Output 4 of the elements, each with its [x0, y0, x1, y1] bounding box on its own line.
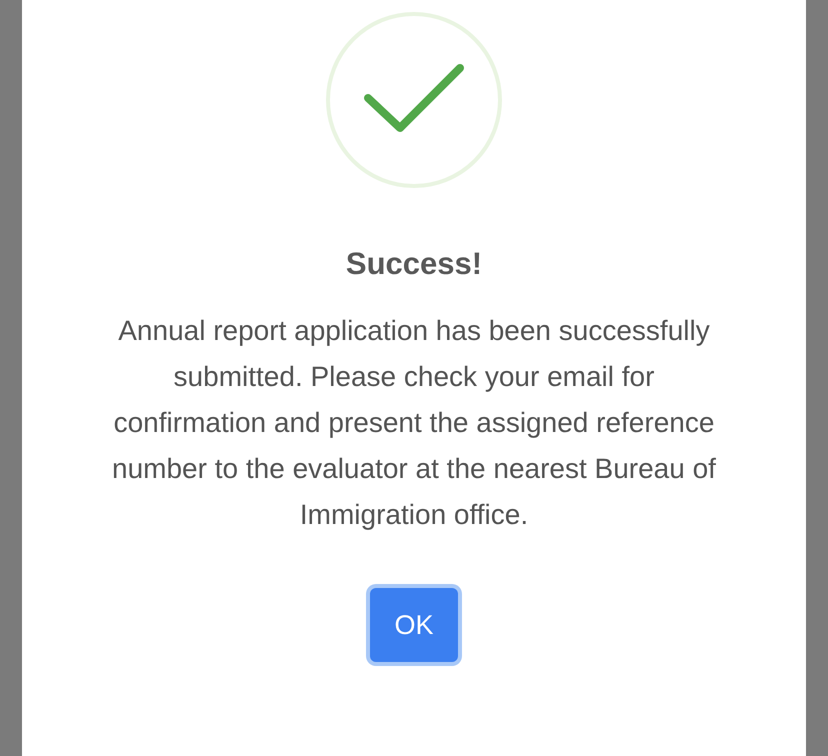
ok-button[interactable]: OK: [370, 588, 458, 662]
success-icon: [326, 12, 502, 188]
dialog-message: Annual report application has been successfully submitted. Please check your email for confirmation and present the assigned reference number to the evaluator at the nearest Bureau of Immigration office.: [111, 314, 717, 532]
dialog-title: Success!: [346, 245, 482, 283]
